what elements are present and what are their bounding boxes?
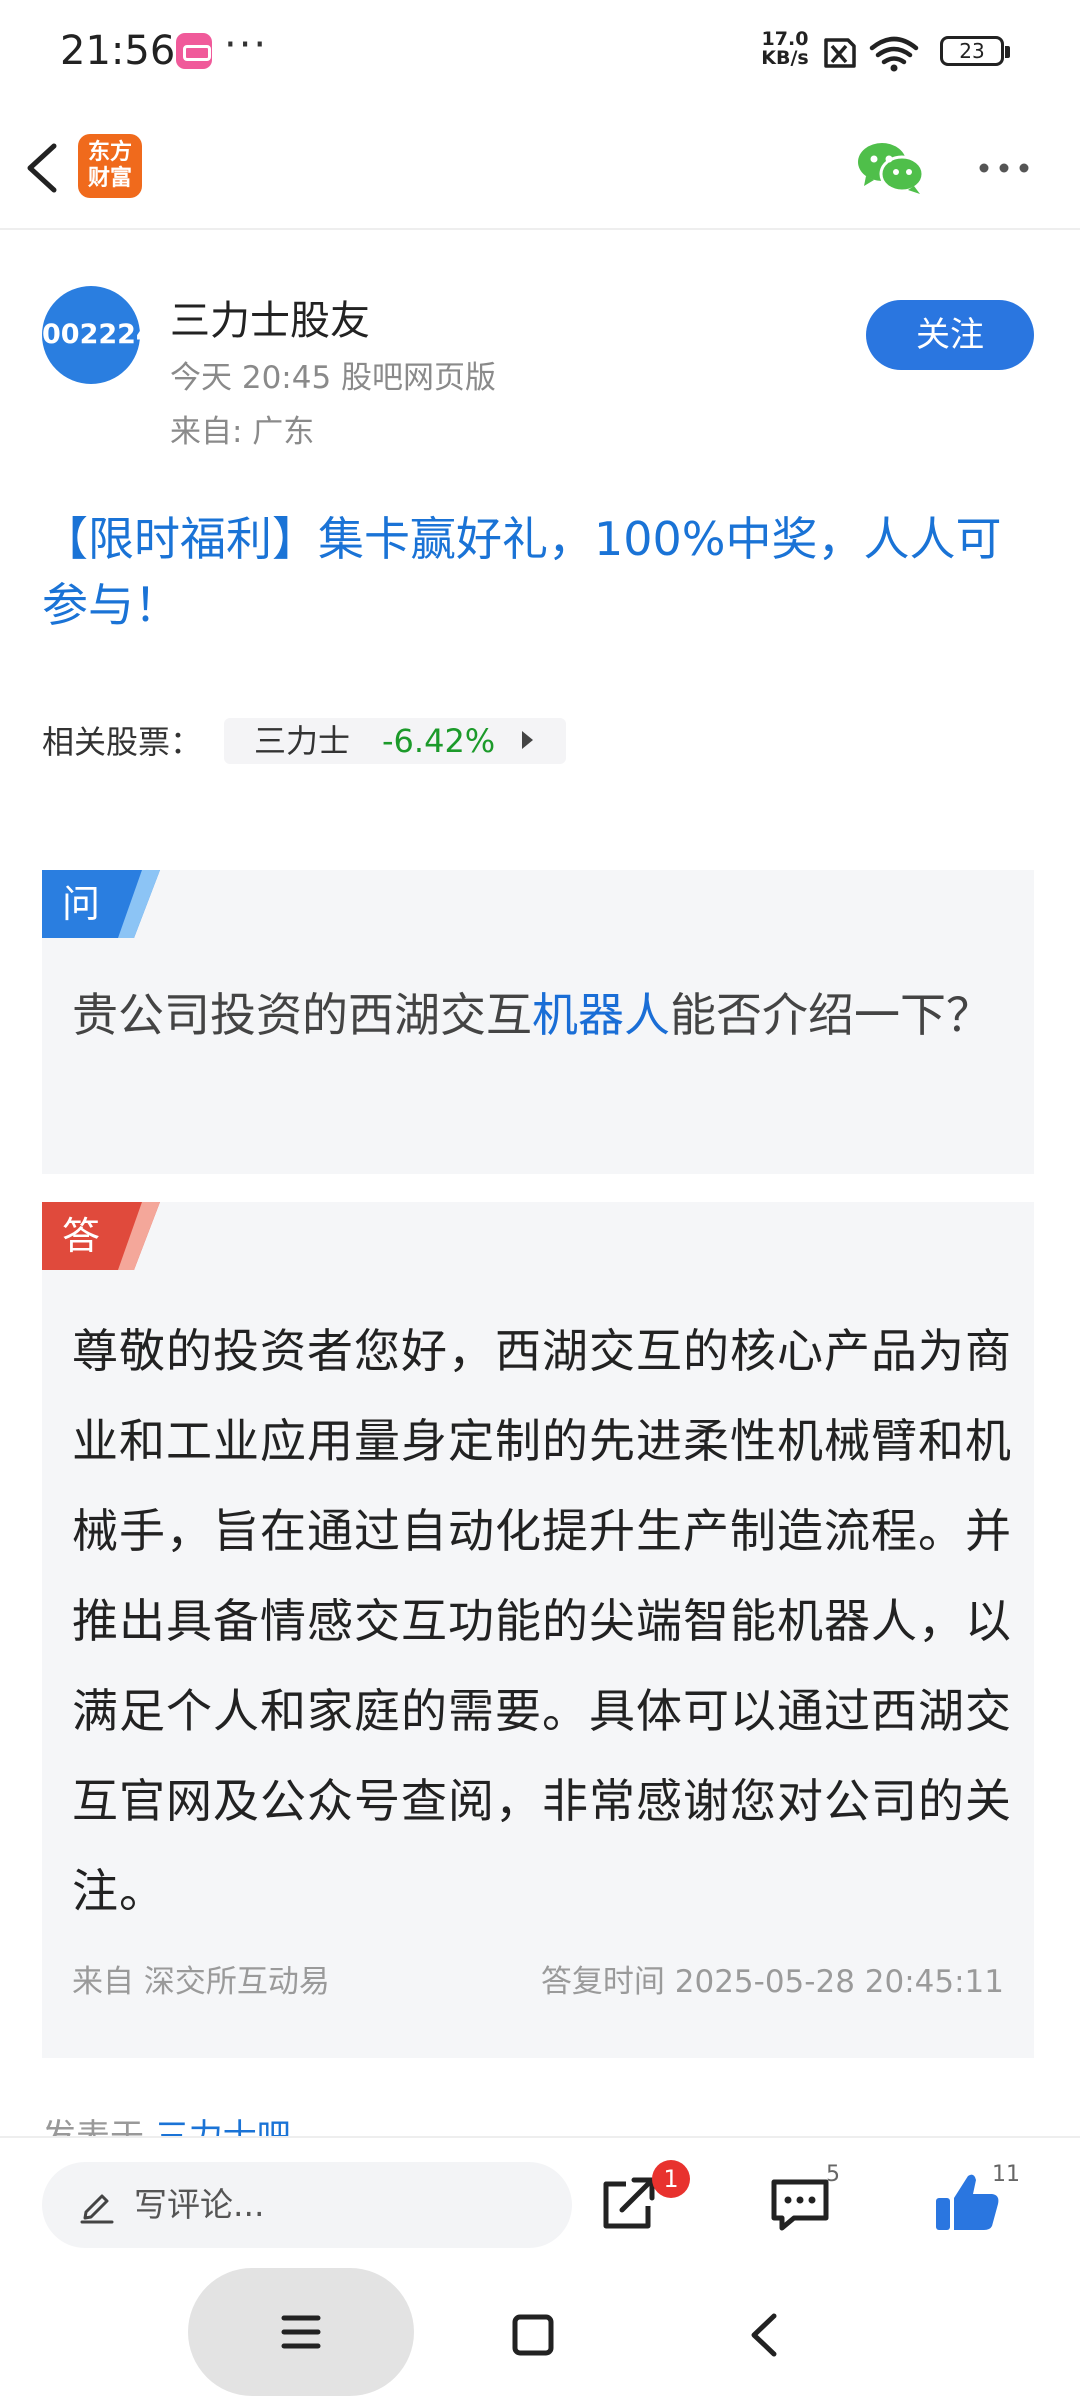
wechat-share-icon[interactable] [856,140,926,196]
signal-wifi-icons [824,36,919,72]
answer-badge-label: 答 [62,1214,101,1258]
status-more-icon: ··· [224,22,269,68]
question-card: 问 贵公司投资的西湖交互机器人能否介绍一下？ [42,870,1034,1174]
stock-change: -6.42% [382,722,496,760]
question-badge-bg [42,870,160,938]
question-badge: 问 [42,870,160,938]
system-back-icon[interactable] [740,2310,790,2360]
status-bar: 21:56 ··· 17.0 KB/s 23 [0,0,1080,100]
like-count: 11 [992,2162,1020,2187]
question-keyword-link[interactable]: 机器人 [532,988,670,1042]
post-title[interactable]: 【限时福利】集卡赢好礼，100%中奖，人人可参与！ [42,506,1042,638]
related-stocks-label: 相关股票： [42,723,203,761]
app-notification-icon [176,33,212,69]
related-stock-chip[interactable]: 三力士 -6.42% [224,718,566,764]
post-location: 来自: 广东 [170,414,315,450]
answer-badge-bg [42,1202,160,1270]
answer-reply-time: 答复时间 2025-05-28 20:45:11 [540,1964,1004,2000]
comment-placeholder: 写评论... [134,2185,265,2224]
stock-name: 三力士 [254,722,351,760]
more-options-icon[interactable] [972,140,1036,196]
no-sim-icon [824,38,856,68]
question-text-before: 贵公司投资的西湖交互 [72,988,532,1042]
system-nav-bar [0,2268,1080,2400]
eastmoney-logo[interactable]: 东方财富 [78,134,142,198]
author-name[interactable]: 三力士股友 [170,288,370,346]
question-badge-label: 问 [62,882,101,926]
answer-source: 来自 深交所互动易 [72,1964,330,2000]
network-speed: 17.0 KB/s [757,30,813,68]
comment-input[interactable]: 写评论... [42,2162,572,2248]
share-badge: 1 [652,2160,690,2198]
chevron-right-icon [522,731,533,749]
bottom-action-bar: 写评论... 1 5 11 [0,2136,1080,2268]
answer-card: 答 尊敬的投资者您好，西湖交互的核心产品为商业和工业应用量身定制的先进柔性机械臂… [42,1202,1034,2058]
network-speed-unit: KB/s [761,47,809,69]
pencil-icon [80,2194,114,2224]
comment-count: 5 [826,2162,840,2187]
posted-in-line: 发表于 三力士吧 [42,2118,291,2136]
post-meta: 今天 20:45 股吧网页版 [170,360,497,396]
back-arrow-icon[interactable] [18,138,68,198]
menu-button[interactable] [188,2268,414,2396]
top-nav-bar: 东方财富 [0,100,1080,230]
home-square-icon[interactable] [508,2310,558,2360]
follow-button[interactable]: 关注 [866,300,1034,370]
menu-icon [281,2315,321,2349]
answer-text: 尊敬的投资者您好，西湖交互的核心产品为商业和工业应用量身定制的先进柔性机械臂和机… [72,1324,1012,1918]
wifi-icon [869,36,919,72]
author-avatar[interactable]: 002224 [42,286,155,384]
question-text: 贵公司投资的西湖交互机器人能否介绍一下？ [72,970,1012,1060]
status-time: 21:56 [60,28,176,74]
posted-in-prefix: 发表于 [42,2118,144,2136]
posted-in-forum-link[interactable]: 三力士吧 [155,2118,291,2136]
answer-badge: 答 [42,1202,160,1270]
question-text-after: 能否介绍一下？ [670,988,992,1042]
battery-icon: 23 [940,36,1010,66]
